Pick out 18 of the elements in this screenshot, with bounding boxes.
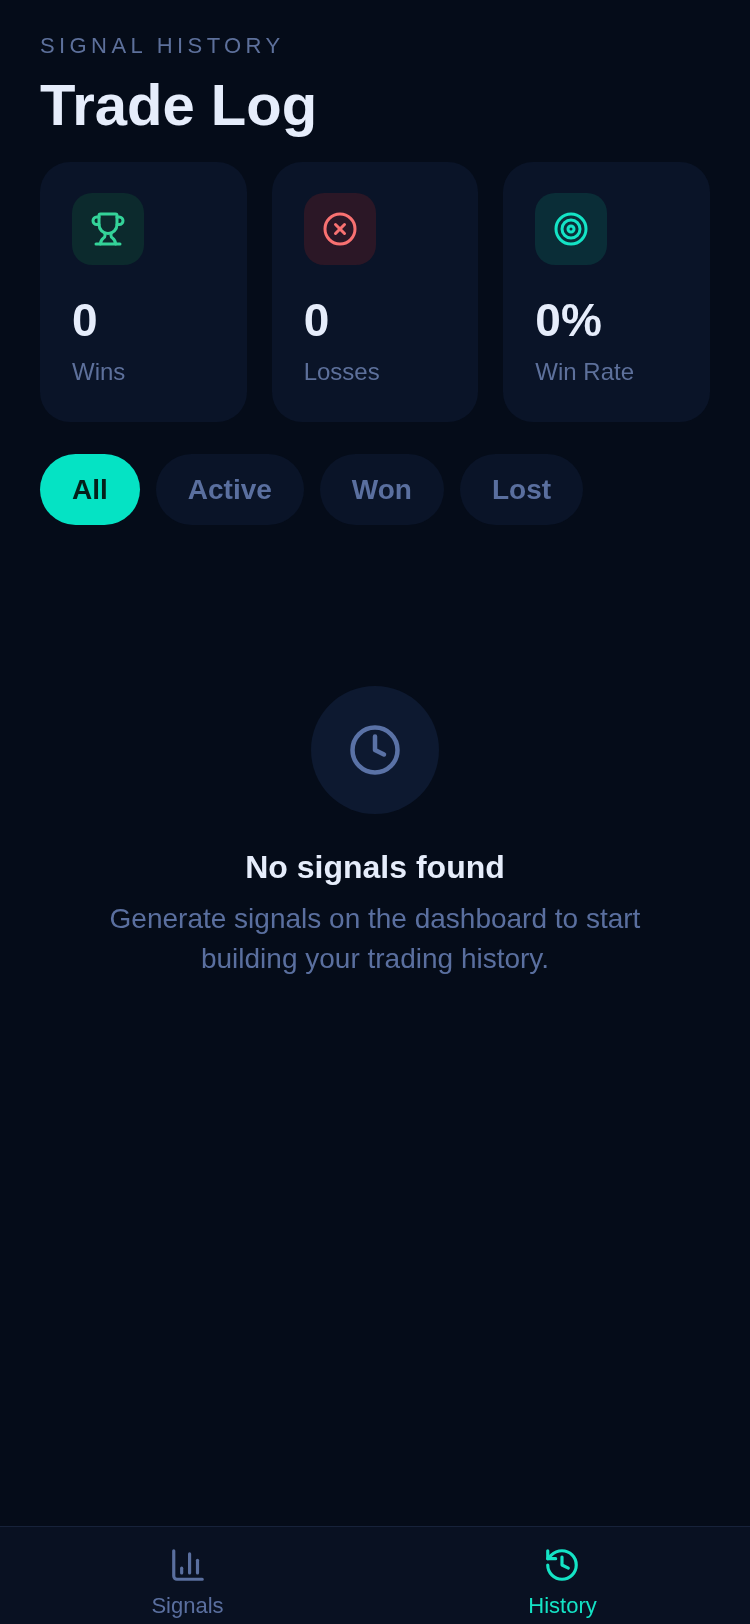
stat-value: 0% xyxy=(535,293,602,347)
stat-value: 0 xyxy=(72,293,98,347)
stat-value: 0 xyxy=(303,293,330,347)
trophy-icon xyxy=(72,193,144,265)
filter-tab[interactable]: Active xyxy=(155,454,304,525)
stat-label: Win Rate xyxy=(535,357,635,387)
filter-tab[interactable]: Lost xyxy=(459,454,584,525)
empty-title: No signals found xyxy=(245,848,505,887)
stat-label: Wins xyxy=(72,357,126,387)
nav-tab[interactable]: History xyxy=(528,1527,597,1624)
filter-tab[interactable]: All xyxy=(40,454,140,525)
stat-label: Losses xyxy=(303,357,380,387)
filter-tab[interactable]: Won xyxy=(319,454,444,525)
empty-message: Generate signals on the dashboard to start building your trading history. xyxy=(108,902,642,976)
eyebrow-label: SIGNAL HISTORY xyxy=(40,32,285,60)
nav-tab[interactable]: Signals xyxy=(151,1527,224,1624)
page-title: Trade Log xyxy=(40,71,318,139)
target-icon xyxy=(535,193,608,265)
